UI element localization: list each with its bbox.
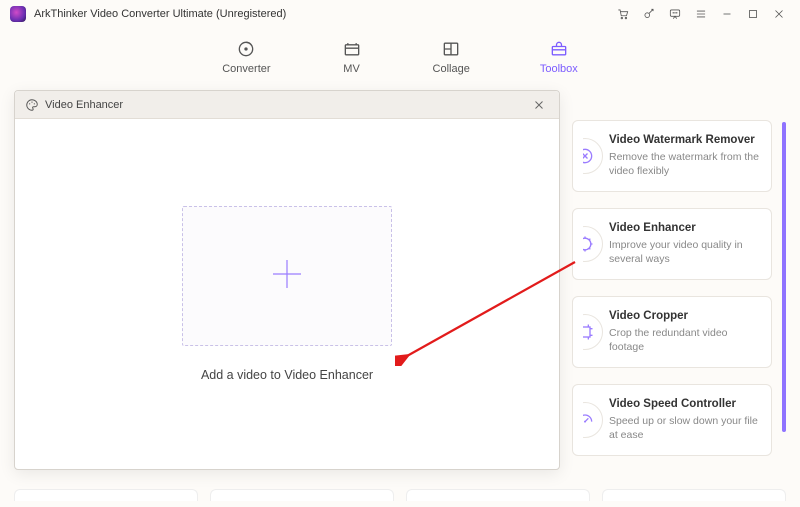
cropper-icon bbox=[567, 314, 603, 350]
bottom-bar bbox=[14, 489, 786, 501]
card-video-speed[interactable]: Video Speed Controller Speed up or slow … bbox=[572, 384, 772, 456]
content-area: Video Watermark Remover Remove the water… bbox=[0, 86, 800, 507]
card-video-enhancer[interactable]: Video Enhancer Improve your video qualit… bbox=[572, 208, 772, 280]
key-icon[interactable] bbox=[638, 3, 660, 25]
dialog-close-button[interactable] bbox=[529, 95, 549, 115]
dialog-header: Video Enhancer bbox=[15, 91, 559, 119]
feedback-icon[interactable] bbox=[664, 3, 686, 25]
nav-converter[interactable]: Converter bbox=[222, 39, 270, 75]
card-title: Video Watermark Remover bbox=[609, 134, 759, 146]
card-video-cropper[interactable]: Video Cropper Crop the redundant video f… bbox=[572, 296, 772, 368]
speed-icon bbox=[567, 402, 603, 438]
converter-icon bbox=[235, 39, 257, 59]
app-title: ArkThinker Video Converter Ultimate (Unr… bbox=[34, 8, 286, 20]
add-video-dropzone[interactable] bbox=[182, 206, 392, 346]
app-logo-icon bbox=[10, 6, 26, 22]
dialog-title: Video Enhancer bbox=[45, 99, 529, 111]
card-title: Video Speed Controller bbox=[609, 398, 759, 410]
dialog-body: Add a video to Video Enhancer bbox=[15, 119, 559, 469]
card-desc: Speed up or slow down your file at ease bbox=[609, 414, 759, 442]
tool-cards: Video Watermark Remover Remove the water… bbox=[572, 120, 772, 456]
card-desc: Improve your video quality in several wa… bbox=[609, 238, 759, 266]
cart-icon[interactable] bbox=[612, 3, 634, 25]
palette-icon bbox=[25, 98, 39, 112]
main-nav: Converter MV Collage Toolbox bbox=[0, 28, 800, 86]
nav-collage-label: Collage bbox=[433, 63, 470, 75]
video-enhancer-dialog: Video Enhancer Add a video to Video Enha… bbox=[14, 90, 560, 470]
enhancer-icon bbox=[567, 226, 603, 262]
nav-converter-label: Converter bbox=[222, 63, 270, 75]
close-button[interactable] bbox=[768, 3, 790, 25]
toolbox-icon bbox=[548, 39, 570, 59]
card-desc: Remove the watermark from the video flex… bbox=[609, 150, 759, 178]
card-title: Video Enhancer bbox=[609, 222, 759, 234]
watermark-icon bbox=[567, 138, 603, 174]
collage-icon bbox=[440, 39, 462, 59]
titlebar: ArkThinker Video Converter Ultimate (Unr… bbox=[0, 0, 800, 28]
maximize-button[interactable] bbox=[742, 3, 764, 25]
dialog-caption: Add a video to Video Enhancer bbox=[201, 368, 373, 382]
menu-icon[interactable] bbox=[690, 3, 712, 25]
plus-icon bbox=[267, 254, 307, 299]
minimize-button[interactable] bbox=[716, 3, 738, 25]
vertical-scrollbar[interactable] bbox=[782, 122, 786, 432]
nav-toolbox[interactable]: Toolbox bbox=[540, 39, 578, 75]
nav-collage[interactable]: Collage bbox=[433, 39, 470, 75]
nav-mv[interactable]: MV bbox=[341, 39, 363, 75]
card-desc: Crop the redundant video footage bbox=[609, 326, 759, 354]
nav-toolbox-label: Toolbox bbox=[540, 63, 578, 75]
card-title: Video Cropper bbox=[609, 310, 759, 322]
nav-mv-label: MV bbox=[343, 63, 360, 75]
card-watermark-remover[interactable]: Video Watermark Remover Remove the water… bbox=[572, 120, 772, 192]
mv-icon bbox=[341, 39, 363, 59]
